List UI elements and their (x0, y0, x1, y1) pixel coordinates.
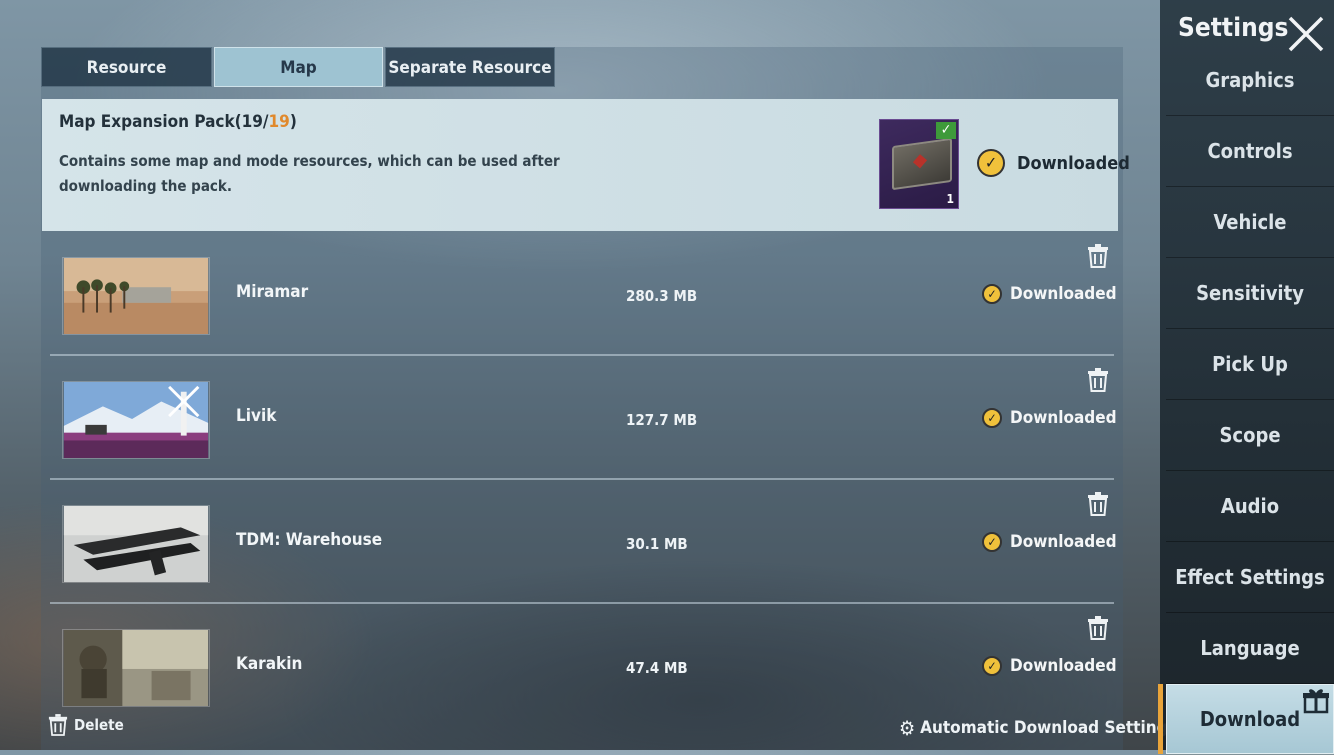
pack-status-label: Downloaded (1017, 152, 1130, 174)
map-size: 127.7 MB (626, 411, 698, 429)
gear-icon: ⚙ (899, 716, 916, 740)
pack-item-thumbnail[interactable]: ✓ 1 (879, 119, 959, 209)
sidebar-item-vehicle[interactable]: Vehicle (1166, 187, 1334, 258)
karakin-thumbnail (62, 629, 210, 707)
trash-icon[interactable] (1087, 368, 1109, 392)
map-status: ✓ Downloaded (982, 532, 1117, 552)
trash-icon[interactable] (1087, 492, 1109, 516)
livik-thumbnail (62, 381, 210, 459)
downloaded-check-icon: ✓ (982, 656, 1002, 676)
tab-bar: Resource Map Separate Resource (41, 47, 557, 89)
settings-sidebar: Settings Graphics Controls Vehicle Sensi… (1158, 0, 1334, 755)
active-indicator (1158, 684, 1163, 754)
map-status: ✓ Downloaded (982, 656, 1117, 676)
downloaded-check-icon: ✓ (982, 408, 1002, 428)
map-status: ✓ Downloaded (982, 408, 1117, 428)
delete-button[interactable]: Delete (48, 714, 124, 736)
map-row: TDM: Warehouse 30.1 MB ✓ Downloaded (50, 480, 1117, 604)
downloaded-check-icon: ✓ (977, 149, 1005, 177)
map-row: Karakin 47.4 MB ✓ Downloaded (50, 604, 1117, 728)
pack-title: Map Expansion Pack(19/19) (59, 112, 297, 132)
sidebar-item-sensitivity[interactable]: Sensitivity (1166, 258, 1334, 329)
pack-count-highlight: 19 (268, 112, 290, 132)
sidebar-item-controls[interactable]: Controls (1166, 116, 1334, 187)
downloaded-check-icon: ✓ (982, 284, 1002, 304)
trash-icon[interactable] (1087, 616, 1109, 640)
map-name: Karakin (236, 654, 303, 674)
map-expansion-pack: Map Expansion Pack(19/19) Contains some … (42, 99, 1130, 231)
delete-label: Delete (74, 716, 124, 734)
map-name: Miramar (236, 282, 309, 302)
sidebar-item-graphics[interactable]: Graphics (1166, 45, 1334, 116)
sidebar-item-label: Download (1199, 707, 1301, 731)
settings-title: Settings (1178, 13, 1289, 43)
tab-resource[interactable]: Resource (41, 47, 212, 87)
miramar-thumbnail (62, 257, 210, 335)
downloaded-check-icon: ✓ (982, 532, 1002, 552)
map-row: Miramar 280.3 MB ✓ Downloaded (50, 232, 1117, 356)
sidebar-item-pick-up[interactable]: Pick Up (1166, 329, 1334, 400)
map-size: 47.4 MB (626, 659, 688, 677)
crate-icon (892, 137, 952, 191)
tdm-warehouse-thumbnail (62, 505, 210, 583)
map-name: TDM: Warehouse (236, 530, 383, 550)
tab-separate-resource[interactable]: Separate Resource (385, 47, 555, 87)
gift-icon (1303, 689, 1329, 714)
map-size: 280.3 MB (626, 287, 698, 305)
map-row: Livik 127.7 MB ✓ Downloaded (50, 356, 1117, 480)
automatic-download-settings-label: Automatic Download Settings (920, 718, 1177, 738)
sidebar-item-effect-settings[interactable]: Effect Settings (1166, 542, 1334, 613)
map-status: ✓ Downloaded (982, 284, 1117, 304)
map-size: 30.1 MB (626, 535, 688, 553)
pack-quantity: 1 (946, 192, 954, 206)
sidebar-item-audio[interactable]: Audio (1166, 471, 1334, 542)
sidebar-item-scope[interactable]: Scope (1166, 400, 1334, 471)
automatic-download-settings-button[interactable]: ⚙ Automatic Download Settings (899, 716, 1177, 740)
map-name: Livik (236, 406, 277, 426)
sidebar-item-download[interactable]: Download (1158, 684, 1334, 755)
check-icon: ✓ (936, 122, 956, 139)
settings-menu: Graphics Controls Vehicle Sensitivity Pi… (1158, 45, 1334, 755)
sidebar-item-language[interactable]: Language (1166, 613, 1334, 684)
tab-map[interactable]: Map (214, 47, 383, 87)
pack-description: Contains some map and mode resources, wh… (59, 152, 560, 195)
trash-icon[interactable] (1087, 244, 1109, 268)
trash-icon (48, 714, 68, 736)
pack-status: ✓ Downloaded (977, 149, 1130, 177)
